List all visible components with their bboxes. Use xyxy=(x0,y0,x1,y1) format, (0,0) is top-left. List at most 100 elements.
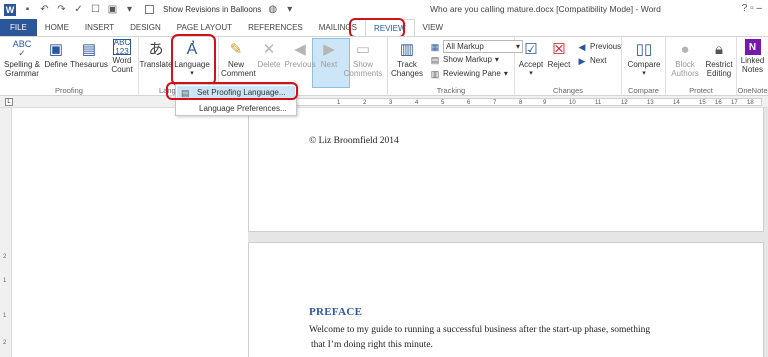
markup-icon: ▦ xyxy=(430,41,440,52)
redo-icon[interactable]: ↷ xyxy=(56,4,67,15)
document-page-1[interactable]: © Liz Broomfield 2014 xyxy=(248,108,764,232)
tab-insert[interactable]: INSERT xyxy=(77,19,122,36)
body-line: Welcome to my guide to running a success… xyxy=(309,325,651,335)
previous-change-button[interactable]: ◀ Previous xyxy=(577,41,622,52)
document-page-2[interactable]: PREFACE Welcome to my guide to running a… xyxy=(248,242,764,357)
left-margin-area xyxy=(12,108,248,357)
ruler-number: 16 xyxy=(715,100,722,106)
ruler-number: 14 xyxy=(673,100,680,106)
group-tracking: ▥ Track Changes ▦ All Markup ▾ ▤ Show Mar… xyxy=(388,37,523,96)
language-preferences-item[interactable]: Language Preferences... xyxy=(177,102,295,116)
group-label-onenote: OneNote xyxy=(737,86,768,95)
group-label-changes: Changes xyxy=(552,86,584,95)
block-authors-icon: ● xyxy=(680,40,690,58)
save-icon[interactable]: ▪ xyxy=(22,4,33,15)
horizontal-ruler: L 2 1 1 2 3 4 5 6 7 8 9 10 11 12 13 14 1… xyxy=(0,96,768,108)
ruler-number: 4 xyxy=(415,100,419,106)
title-bar: W ▪ ↶ ↷ ✓ ☐ ▣ ▾ Show Revisions in Balloo… xyxy=(0,0,768,19)
thesaurus-button[interactable]: ▤ Thesaurus xyxy=(70,39,108,70)
vruler-number: 1 xyxy=(3,278,7,284)
customize-qat-icon[interactable]: ▾ xyxy=(124,4,135,15)
delete-comment-button[interactable]: ✕ Delete xyxy=(255,39,283,70)
review-tab-highlight xyxy=(349,18,405,38)
previous-comment-icon: ◀ xyxy=(294,40,306,58)
ruler-number: 8 xyxy=(519,100,523,106)
group-protect: ● Block Authors 🔒︎ Restrict Editing Prot… xyxy=(666,37,737,96)
next-comment-button[interactable]: ▶ Next xyxy=(317,39,341,70)
translate-button[interactable]: あ Translate xyxy=(139,39,173,70)
block-authors-button[interactable]: ● Block Authors xyxy=(668,39,702,79)
show-comments-button[interactable]: ▭ Show Comments xyxy=(341,39,385,79)
tab-design[interactable]: DESIGN xyxy=(122,19,169,36)
thesaurus-icon: ▤ xyxy=(81,40,97,58)
compare-button[interactable]: ▯▯ Compare ▾ xyxy=(624,39,664,78)
set-proofing-language-highlight xyxy=(166,82,298,100)
ruler-number: 13 xyxy=(647,100,654,106)
ruler-number: 1 xyxy=(337,100,341,106)
chevron-down-icon: ▾ xyxy=(503,69,508,78)
new-comment-button[interactable]: ✎ New Comment xyxy=(221,39,256,79)
define-button[interactable]: ▣ Define xyxy=(42,39,70,70)
tab-references[interactable]: REFERENCES xyxy=(240,19,311,36)
body-paragraph: Welcome to my guide to running a success… xyxy=(309,323,729,353)
ruler-number: 5 xyxy=(441,100,445,106)
onenote-icon: N xyxy=(744,39,761,55)
show-markup-button[interactable]: ▤ Show Markup ▾ xyxy=(430,54,499,65)
vruler-number: 1 xyxy=(3,313,7,319)
document-title: Who are you calling mature.docx [Compati… xyxy=(430,4,661,14)
qat-overflow-icon[interactable]: ▾ xyxy=(284,4,295,15)
markup-select-value: All Markup xyxy=(446,42,484,51)
ruler-number: 15 xyxy=(699,100,706,106)
vruler-number: 2 xyxy=(3,254,7,260)
ruler-number: 7 xyxy=(493,100,497,106)
show-revisions-label: Show Revisions in Balloons xyxy=(163,5,262,14)
show-revisions-checkbox[interactable] xyxy=(145,5,154,14)
chevron-down-icon: ▾ xyxy=(529,70,533,77)
accept-button[interactable]: ☑ Accept ▾ xyxy=(517,39,545,78)
show-markup-icon: ▤ xyxy=(430,54,440,65)
check-icon[interactable]: ✓ xyxy=(73,4,84,15)
markup-select[interactable]: ▦ All Markup ▾ xyxy=(430,40,523,53)
touch-mode-icon[interactable]: ☐ xyxy=(90,4,101,15)
previous-change-icon: ◀ xyxy=(578,41,586,52)
reject-icon: ☒ xyxy=(552,40,566,58)
new-comment-icon: ✎ xyxy=(229,40,243,58)
ruler-number: 11 xyxy=(595,100,602,106)
delete-comment-icon: ✕ xyxy=(262,40,276,58)
next-change-button[interactable]: ▶ Next xyxy=(577,55,607,66)
reject-button[interactable]: ☒ Reject xyxy=(545,39,573,70)
lock-icon: 🔒︎ xyxy=(715,40,723,58)
tab-view[interactable]: VIEW xyxy=(415,19,451,36)
ruler-number: 6 xyxy=(467,100,471,106)
track-changes-icon: ▥ xyxy=(399,40,415,58)
group-changes: ☑ Accept ▾ ☒ Reject ◀ Previous ▶ Next Ch… xyxy=(515,37,622,96)
quick-access-toolbar: W ▪ ↶ ↷ ✓ ☐ ▣ ▾ Show Revisions in Balloo… xyxy=(0,0,295,19)
reviewing-pane-button[interactable]: ▥ Reviewing Pane ▾ xyxy=(430,68,508,79)
ruler-number: 9 xyxy=(543,100,547,106)
ruler-number: 3 xyxy=(389,100,393,106)
group-label-compare: Compare xyxy=(628,86,659,95)
group-proofing: ABC ✓ Spelling & Grammar ▣ Define ▤ Thesa… xyxy=(0,37,139,96)
tab-file[interactable]: FILE xyxy=(0,19,37,36)
chevron-down-icon: ▾ xyxy=(642,70,646,77)
group-compare: ▯▯ Compare ▾ Compare xyxy=(622,37,666,96)
window-controls[interactable]: ? ▫ – xyxy=(742,3,762,14)
track-changes-button[interactable]: ▥ Track Changes xyxy=(390,39,424,79)
pdf-icon[interactable]: ▣ xyxy=(107,4,118,15)
tab-home[interactable]: HOME xyxy=(37,19,77,36)
spelling-grammar-button[interactable]: ABC ✓ Spelling & Grammar xyxy=(2,39,42,79)
tab-stop-selector[interactable]: L xyxy=(5,98,13,106)
previous-comment-button[interactable]: ◀ Previous xyxy=(283,39,317,70)
restrict-editing-button[interactable]: 🔒︎ Restrict Editing xyxy=(702,39,736,79)
ruler-strip[interactable]: 2 1 1 2 3 4 5 6 7 8 9 10 11 12 13 14 15 … xyxy=(248,98,762,106)
word-count-icon: ABC 123 xyxy=(113,38,131,56)
globe-icon[interactable]: ◍ xyxy=(267,4,278,15)
group-label-proofing: Proofing xyxy=(55,86,83,95)
next-change-icon: ▶ xyxy=(578,55,586,66)
undo-icon[interactable]: ↶ xyxy=(39,4,50,15)
next-comment-icon: ▶ xyxy=(323,40,335,58)
word-count-button[interactable]: ABC 123 Word Count xyxy=(108,38,136,74)
linked-notes-button[interactable]: N Linked Notes xyxy=(737,39,768,74)
copyright-text: © Liz Broomfield 2014 xyxy=(309,136,399,146)
reviewing-pane-icon: ▥ xyxy=(430,68,440,79)
